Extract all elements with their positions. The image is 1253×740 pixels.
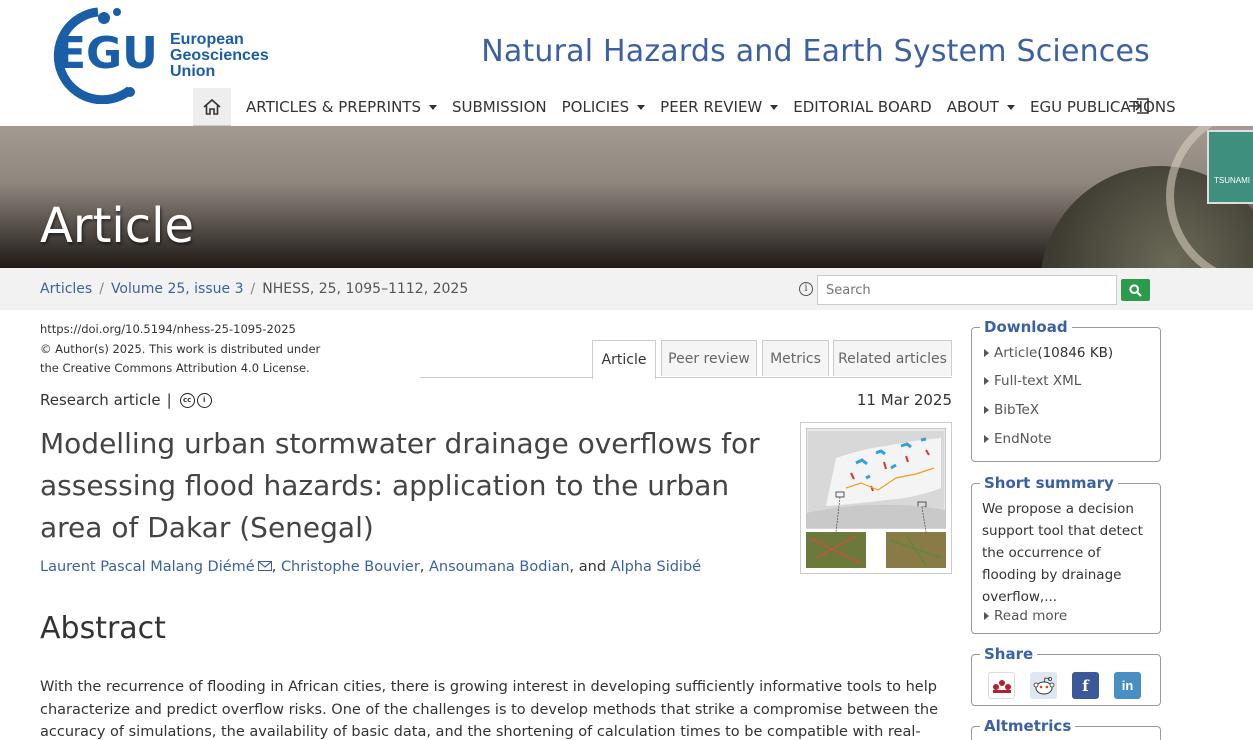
caret-right-icon bbox=[984, 435, 989, 443]
nav-egu-publications[interactable]: EGU PUBLICATIONS bbox=[1030, 98, 1176, 116]
author-link[interactable]: Laurent Pascal Malang Diémé bbox=[40, 559, 255, 575]
breadcrumb-current: NHESS, 25, 1095–1112, 2025 bbox=[262, 281, 469, 297]
caret-right-icon bbox=[984, 349, 989, 357]
share-title: Share bbox=[980, 645, 1038, 663]
article-tabs: Article Peer review Metrics Related arti… bbox=[420, 340, 952, 379]
home-icon bbox=[203, 98, 221, 115]
nav-about[interactable]: ABOUT bbox=[947, 98, 1015, 116]
short-summary-box: Short summary We propose a decision supp… bbox=[971, 474, 1161, 634]
share-box: Share f in bbox=[971, 645, 1161, 706]
nav-peer-review[interactable]: PEER REVIEW bbox=[660, 98, 779, 116]
abstract-text: With the recurrence of flooding in Afric… bbox=[40, 679, 938, 740]
journal-title[interactable]: Natural Hazards and Earth System Science… bbox=[481, 34, 1150, 69]
short-summary-title: Short summary bbox=[980, 474, 1118, 492]
reddit-icon[interactable] bbox=[1030, 672, 1057, 699]
main-nav: ARTICLES & PREPRINTS SUBMISSION POLICIES… bbox=[193, 88, 1176, 126]
doi-link[interactable]: https://doi.org/10.5194/nhess-25-1095-20… bbox=[40, 320, 320, 340]
nav-editorial-board[interactable]: EDITORIAL BOARD bbox=[793, 98, 931, 116]
caret-right-icon bbox=[984, 377, 989, 385]
login-icon bbox=[1129, 98, 1149, 114]
altmetrics-box: Altmetrics bbox=[971, 717, 1161, 740]
publication-date: 11 Mar 2025 bbox=[856, 391, 952, 409]
tab-related-articles[interactable]: Related articles bbox=[833, 340, 952, 376]
license-line-2[interactable]: the Creative Commons Attribution 4.0 Lic… bbox=[40, 359, 320, 379]
nav-articles-preprints[interactable]: ARTICLES & PREPRINTS bbox=[246, 98, 437, 116]
author-link[interactable]: Christophe Bouvier bbox=[281, 559, 420, 575]
author-link[interactable]: Alpha Sidibé bbox=[611, 559, 701, 575]
home-button[interactable] bbox=[193, 88, 231, 126]
author-link[interactable]: Ansoumana Bodian bbox=[429, 559, 570, 575]
chevron-down-icon bbox=[428, 104, 437, 110]
caret-right-icon bbox=[984, 612, 989, 620]
banner-title: Article bbox=[40, 198, 194, 254]
download-fulltext-xml-link[interactable]: Full-text XML bbox=[984, 373, 1081, 389]
search-input[interactable] bbox=[817, 275, 1117, 305]
login-button[interactable] bbox=[1128, 97, 1150, 120]
article-title: Modelling urban stormwater drainage over… bbox=[40, 427, 760, 544]
altmetrics-title: Altmetrics bbox=[980, 717, 1076, 735]
nav-submission[interactable]: SUBMISSION bbox=[452, 98, 547, 116]
author-list: Laurent Pascal Malang Diémé, Christophe … bbox=[40, 559, 702, 575]
nav-policies[interactable]: POLICIES bbox=[562, 98, 646, 116]
read-more-link[interactable]: Read more bbox=[984, 608, 1067, 624]
abstract-heading: Abstract bbox=[40, 611, 166, 646]
creative-commons-icon[interactable]: cc i bbox=[179, 392, 214, 408]
linkedin-icon[interactable]: in bbox=[1114, 672, 1141, 699]
facebook-icon[interactable]: f bbox=[1072, 672, 1099, 699]
download-box: Download Article (10846 KB) Full-text XM… bbox=[971, 318, 1161, 462]
search-button[interactable] bbox=[1121, 279, 1150, 301]
svg-text:EGU: EGU bbox=[56, 28, 158, 79]
page-banner: TSUNAMI Article bbox=[0, 126, 1253, 268]
chevron-down-icon bbox=[637, 104, 646, 110]
info-icon[interactable]: i bbox=[799, 282, 813, 296]
share-icons: f in bbox=[988, 672, 1156, 699]
breadcrumb-separator: / bbox=[99, 281, 104, 297]
egu-logo-icon: EGU bbox=[53, 7, 158, 105]
caret-right-icon bbox=[984, 406, 989, 414]
search-icon bbox=[1129, 283, 1142, 297]
tab-article[interactable]: Article bbox=[592, 340, 656, 379]
download-article-link[interactable]: Article (10846 KB) bbox=[984, 345, 1113, 361]
chevron-down-icon bbox=[1006, 104, 1015, 110]
envelope-icon[interactable] bbox=[257, 561, 272, 571]
breadcrumb: Articles / Volume 25, issue 3 / NHESS, 25, 1… bbox=[40, 281, 468, 297]
breadcrumb-separator: / bbox=[250, 281, 256, 297]
tab-metrics[interactable]: Metrics bbox=[762, 340, 829, 376]
article-meta: https://doi.org/10.5194/nhess-25-1095-20… bbox=[40, 320, 320, 379]
breadcrumb-volume[interactable]: Volume 25, issue 3 bbox=[111, 281, 244, 297]
breadcrumb-articles[interactable]: Articles bbox=[40, 281, 92, 297]
download-title: Download bbox=[980, 318, 1072, 336]
short-summary-text: We propose a decision support tool that … bbox=[982, 501, 1143, 605]
license-line-1: © Author(s) 2025. This work is distribut… bbox=[40, 341, 321, 356]
map-figure-image bbox=[805, 427, 947, 568]
article-type: Research article | cc i bbox=[40, 391, 214, 409]
figure-thumbnail[interactable] bbox=[800, 422, 952, 574]
chevron-down-icon bbox=[770, 104, 779, 110]
mendeley-icon[interactable] bbox=[988, 672, 1015, 699]
download-bibtex-link[interactable]: BibTeX bbox=[984, 402, 1039, 418]
banner-tsunami-sign: TSUNAMI bbox=[1207, 130, 1253, 204]
tab-peer-review[interactable]: Peer review bbox=[661, 340, 757, 376]
egu-logo-text: European Geosciences Union bbox=[170, 31, 269, 80]
download-endnote-link[interactable]: EndNote bbox=[984, 431, 1052, 447]
